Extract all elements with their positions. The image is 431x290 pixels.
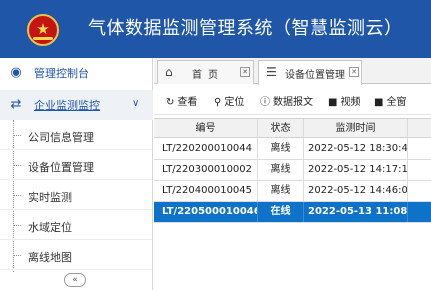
app-header: ★ 气体数据监测管理系统（智慧监测云）: [0, 0, 431, 58]
app-title: 气体数据监测管理系统（智慧监测云）: [88, 18, 403, 39]
data-report-button[interactable]: ⓘ 数据报文: [260, 93, 313, 108]
info-icon: ⓘ: [260, 97, 270, 108]
tab-home[interactable]: ⌂ 首页 ✕: [157, 60, 254, 84]
sidebar-collapse-button[interactable]: «: [64, 273, 86, 287]
video-button[interactable]: ■ 视频: [328, 93, 360, 108]
cell-id: LT/220200010044: [154, 139, 258, 159]
home-icon: ⌂: [165, 65, 173, 79]
sidebar-item-label: 离线地图: [28, 251, 72, 264]
cell-time: 2022-05-12 18:30:47: [304, 139, 408, 159]
map-pin-icon: ⚲: [214, 97, 222, 108]
sidebar-item-offline-map[interactable]: 离线地图: [0, 241, 152, 270]
sidebar-item-label: 管理控制台: [34, 67, 89, 80]
dashboard-icon: ◉: [10, 65, 22, 80]
tab-label: 设备位置管理: [285, 70, 345, 81]
cell-time: 2022-05-12 14:17:16: [304, 160, 408, 180]
list-icon: ☰: [266, 65, 277, 79]
emblem-logo-icon: ★: [27, 14, 59, 46]
sidebar-item-device-location[interactable]: 设备位置管理: [0, 151, 152, 180]
cell-status: 离线: [258, 181, 304, 201]
chevron-down-icon: ∨: [132, 98, 140, 109]
sidebar-item-label: 水域定位: [28, 221, 72, 234]
sidebar: ◉ 管理控制台 ⇄ 企业监测监控 ∨ 公司信息管理 设备位置管理 实时监测 水域…: [0, 58, 153, 290]
tab-bar: ⌂ 首页 ✕ ☰ 设备位置管理 ✕: [154, 58, 431, 85]
sidebar-item-dashboard[interactable]: ◉ 管理控制台: [0, 58, 153, 88]
sidebar-item-label: 实时监测: [28, 191, 72, 204]
sidebar-item-label: 设备位置管理: [28, 161, 94, 174]
cell-status: 在线: [258, 202, 304, 222]
table-header: 编号 状态 监测时间: [154, 118, 431, 139]
column-header-id[interactable]: 编号: [154, 119, 258, 139]
cell-id: LT/220500010046: [154, 202, 258, 222]
close-icon[interactable]: ✕: [349, 67, 359, 77]
sidebar-item-label: 公司信息管理: [28, 131, 94, 144]
cell-time: 2022-05-13 11:08:58: [304, 202, 408, 222]
column-header-time[interactable]: 监测时间: [304, 119, 408, 139]
table-row[interactable]: LT/220400010045 离线 2022-05-12 14:46:09: [154, 181, 431, 202]
sidebar-item-water-positioning[interactable]: 水域定位: [0, 211, 152, 240]
fullscreen-button[interactable]: ■ 全窗: [374, 93, 406, 108]
table-row-selected[interactable]: LT/220500010046 在线 2022-05-13 11:08:58: [154, 202, 431, 223]
cell-status: 离线: [258, 139, 304, 159]
locate-button[interactable]: ⚲ 定位: [214, 93, 244, 108]
column-header-status[interactable]: 状态: [258, 119, 304, 139]
tab-label: 首页: [192, 70, 224, 81]
close-icon[interactable]: ✕: [240, 67, 250, 77]
cell-time: 2022-05-12 14:46:09: [304, 181, 408, 201]
table-row[interactable]: LT/220300010002 离线 2022-05-12 14:17:16: [154, 160, 431, 181]
device-table: 编号 状态 监测时间 LT/220200010044 离线 2022-05-12…: [154, 118, 431, 290]
tab-device-location[interactable]: ☰ 设备位置管理 ✕: [258, 60, 362, 85]
video-camera-icon: ■: [328, 97, 338, 108]
video-camera-icon: ■: [374, 97, 384, 108]
sidebar-item-realtime-monitoring[interactable]: 实时监测: [0, 181, 152, 210]
column-header-extra: [408, 119, 431, 139]
sidebar-group-enterprise-monitoring[interactable]: ⇄ 企业监测监控 ∨: [0, 90, 153, 120]
swap-arrows-icon: ⇄: [10, 97, 22, 112]
sidebar-group-label: 企业监测监控: [34, 99, 100, 112]
toolbar: ↻ 查看 ⚲ 定位 ⓘ 数据报文 ■ 视频 ■ 全窗: [154, 85, 431, 115]
sidebar-item-company-info[interactable]: 公司信息管理: [0, 121, 152, 150]
cell-status: 离线: [258, 160, 304, 180]
cell-id: LT/220400010045: [154, 181, 258, 201]
cell-id: LT/220300010002: [154, 160, 258, 180]
table-row[interactable]: LT/220200010044 离线 2022-05-12 18:30:47: [154, 139, 431, 160]
refresh-icon: ↻: [166, 97, 175, 108]
refresh-view-button[interactable]: ↻ 查看: [166, 93, 197, 108]
